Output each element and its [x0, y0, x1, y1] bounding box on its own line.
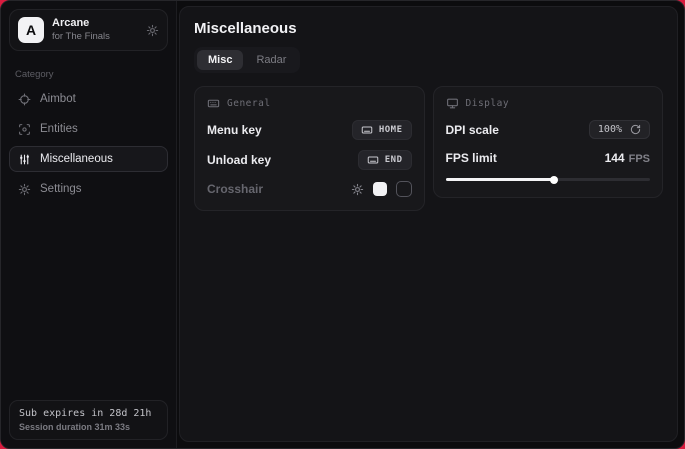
general-card: General Menu key HOME Unlo: [194, 86, 425, 211]
sliders-icon: [18, 153, 31, 166]
crosshair-label: Crosshair: [207, 182, 263, 196]
fps-limit-value: 144 FPS: [605, 151, 650, 165]
unload-key-label: Unload key: [207, 153, 271, 167]
sidebar-item-miscellaneous[interactable]: Miscellaneous: [9, 146, 168, 172]
dpi-scale-row: DPI scale 100%: [446, 120, 651, 139]
menu-key-label: Menu key: [207, 123, 262, 137]
sidebar-item-aimbot[interactable]: Aimbot: [9, 86, 168, 112]
app-window: A Arcane for The Finals Category: [0, 0, 685, 449]
menu-key-row: Menu key HOME: [207, 120, 412, 140]
fps-number: 144: [605, 151, 625, 165]
main-panel: Miscellaneous Misc Radar General: [179, 6, 678, 442]
monitor-icon: [446, 97, 459, 110]
fps-slider-thumb[interactable]: [550, 176, 558, 184]
sidebar-item-label: Miscellaneous: [40, 153, 113, 165]
unload-key-value: END: [385, 155, 403, 165]
dpi-scale-button[interactable]: 100%: [589, 120, 650, 139]
sidebar-item-label: Entities: [40, 123, 78, 135]
unload-key-button[interactable]: END: [358, 150, 412, 170]
crosshair-row: Crosshair: [207, 180, 412, 198]
display-card: Display DPI scale 100% FPS: [433, 86, 664, 198]
scan-icon: [18, 123, 31, 136]
display-card-header: Display: [446, 97, 651, 110]
brand-card: A Arcane for The Finals: [9, 9, 168, 51]
fps-slider-fill: [446, 178, 554, 181]
fps-slider[interactable]: [446, 175, 651, 185]
fps-limit-label: FPS limit: [446, 151, 497, 165]
crosshair-icon: [18, 93, 31, 106]
main-area: Miscellaneous Misc Radar General: [177, 1, 684, 448]
crosshair-color-swatch[interactable]: [373, 182, 387, 196]
dpi-scale-label: DPI scale: [446, 123, 499, 137]
brand-text: Arcane for The Finals: [52, 17, 138, 43]
cards-row: General Menu key HOME Unlo: [194, 86, 663, 211]
sidebar-item-label: Aimbot: [40, 93, 76, 105]
gear-icon: [18, 183, 31, 196]
dpi-scale-value: 100%: [598, 124, 622, 135]
unload-key-row: Unload key END: [207, 150, 412, 170]
general-card-header: General: [207, 97, 412, 110]
menu-key-value: HOME: [379, 125, 403, 135]
menu-key-button[interactable]: HOME: [352, 120, 412, 140]
subscription-card: Sub expires in 28d 21h Session duration …: [9, 400, 168, 440]
sidebar-item-entities[interactable]: Entities: [9, 116, 168, 142]
subscription-expiry: Sub expires in 28d 21h: [19, 408, 158, 419]
keyboard-icon: [207, 97, 220, 110]
page-title: Miscellaneous: [194, 20, 663, 37]
brand-settings-icon[interactable]: [146, 24, 159, 37]
sidebar: A Arcane for The Finals Category: [1, 1, 177, 448]
tab-bar: Misc Radar: [194, 47, 300, 73]
fps-limit-row: FPS limit 144 FPS: [446, 149, 651, 167]
category-label: Category: [15, 69, 162, 80]
crosshair-checkbox[interactable]: [396, 181, 412, 197]
general-card-title: General: [227, 98, 271, 109]
crosshair-controls: [351, 181, 412, 197]
session-duration: Session duration 31m 33s: [19, 422, 158, 432]
brand-title: Arcane: [52, 17, 138, 31]
tab-radar[interactable]: Radar: [245, 50, 297, 70]
keyboard-icon: [367, 154, 379, 166]
brand-avatar: A: [18, 17, 44, 43]
brand-subtitle: for The Finals: [52, 31, 138, 43]
fps-unit: FPS: [629, 153, 650, 165]
keyboard-icon: [361, 124, 373, 136]
rotate-icon: [630, 124, 641, 135]
display-card-title: Display: [466, 98, 510, 109]
tab-misc[interactable]: Misc: [197, 50, 243, 70]
sidebar-nav: Aimbot Entities: [1, 86, 176, 202]
sidebar-item-label: Settings: [40, 183, 82, 195]
sidebar-item-settings[interactable]: Settings: [9, 176, 168, 202]
crosshair-settings-icon[interactable]: [351, 183, 364, 196]
